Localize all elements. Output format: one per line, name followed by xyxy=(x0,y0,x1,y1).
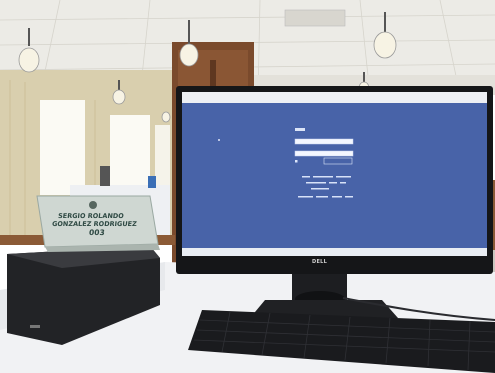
name-card-number: 003 xyxy=(88,228,106,237)
photo-scene: SERGIO ROLANDO GONZALEZ RODRIGUEZ 003 DE… xyxy=(0,0,495,373)
scene-background xyxy=(0,0,495,373)
monitor-brand-label: DELL xyxy=(312,259,328,265)
name-card-line1: SERGIO ROLANDO xyxy=(57,212,125,220)
name-card-line2: GONZALEZ RODRIGUEZ xyxy=(51,220,138,228)
